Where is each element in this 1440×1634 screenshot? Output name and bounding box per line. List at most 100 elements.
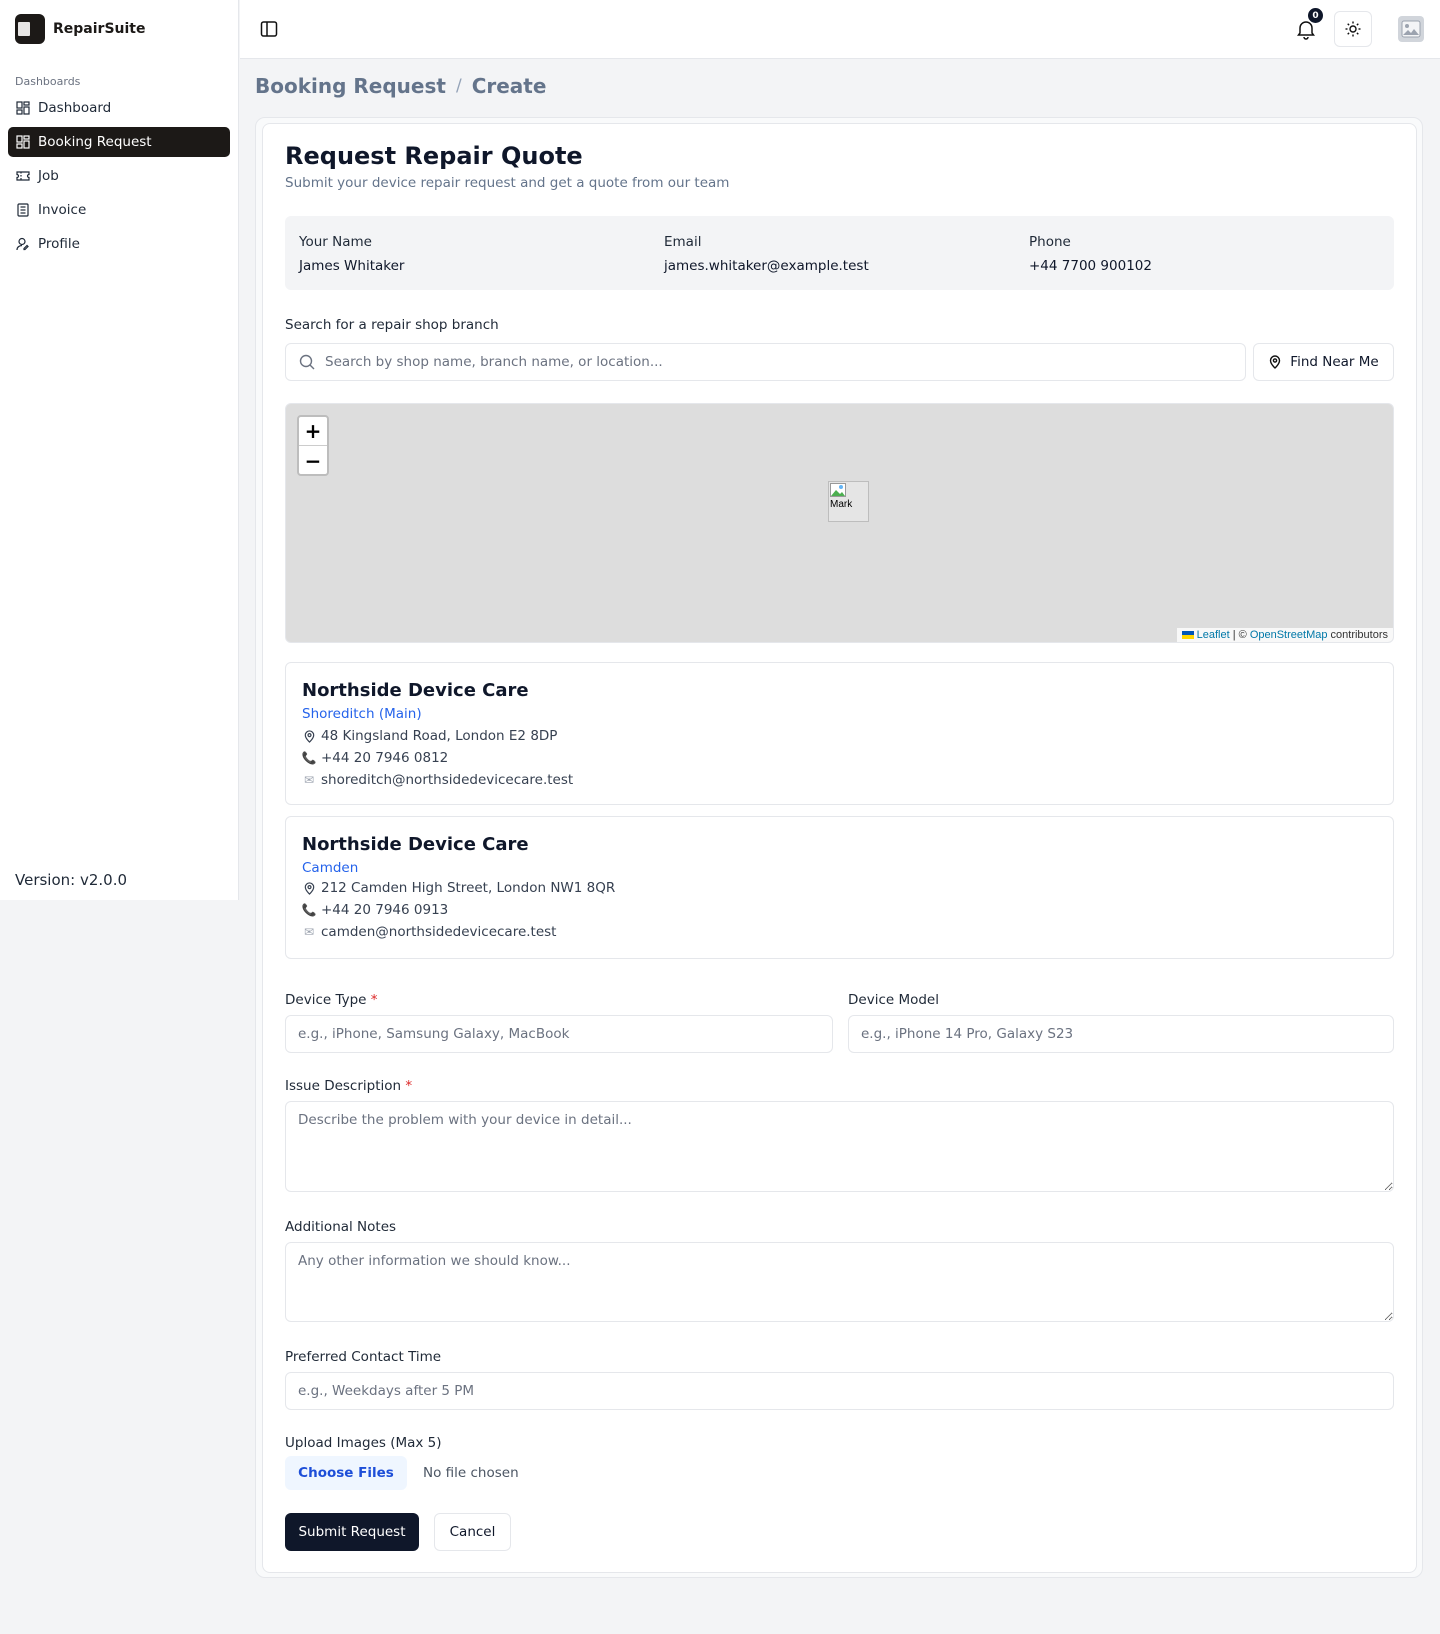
- search-icon: [299, 354, 315, 370]
- page-title: Request Repair Quote: [285, 142, 583, 170]
- branch-card[interactable]: Northside Device Care Shoreditch (Main) …: [285, 662, 1394, 805]
- sidebar-section-label: Dashboards: [15, 75, 81, 88]
- breadcrumb: Booking Request / Create: [255, 74, 546, 98]
- branch-search-input[interactable]: [325, 354, 1225, 370]
- openstreetmap-link[interactable]: OpenStreetMap: [1250, 629, 1328, 641]
- envelope-icon: ✉: [303, 925, 315, 939]
- breadcrumb-parent[interactable]: Booking Request: [255, 74, 446, 98]
- marker-alt-text: Mark: [830, 499, 853, 510]
- find-near-me-label: Find Near Me: [1290, 354, 1379, 370]
- additional-notes-label: Additional Notes: [285, 1219, 397, 1235]
- branch-search-box[interactable]: [285, 343, 1246, 381]
- branch-phone-text: +44 20 7946 0913: [321, 902, 449, 918]
- file-status: No file chosen: [423, 1465, 519, 1481]
- branch-email: ✉ camden@northsidedevicecare.test: [302, 924, 557, 940]
- device-model-input[interactable]: [848, 1015, 1394, 1053]
- phone-icon: 📞: [301, 903, 317, 917]
- sidebar-item-dashboard[interactable]: Dashboard: [8, 93, 230, 123]
- customer-email-label: Email: [664, 234, 702, 250]
- branch-search-label: Search for a repair shop branch: [285, 317, 499, 333]
- sidebar-item-label: Invoice: [38, 202, 87, 218]
- branch-phone: 📞 +44 20 7946 0913: [301, 902, 449, 918]
- envelope-icon: ✉: [303, 773, 315, 787]
- branch-address: 48 Kingsland Road, London E2 8DP: [302, 728, 557, 744]
- customer-email-value: james.whitaker@example.test: [664, 258, 869, 274]
- required-marker: *: [370, 992, 378, 1008]
- notification-count-badge: 0: [1308, 8, 1323, 23]
- image-placeholder-icon: [1401, 20, 1421, 38]
- device-type-input[interactable]: [285, 1015, 833, 1053]
- additional-notes-textarea[interactable]: [285, 1242, 1394, 1322]
- branch-address-text: 212 Camden High Street, London NW1 8QR: [321, 880, 616, 896]
- sidebar-item-label: Dashboard: [38, 100, 112, 116]
- customer-name-label: Your Name: [299, 234, 372, 250]
- branch-name: Shoreditch (Main): [302, 706, 422, 722]
- sun-icon: [1345, 21, 1361, 37]
- sidebar-item-job[interactable]: Job: [8, 161, 230, 191]
- customer-phone-value: +44 7700 900102: [1029, 258, 1152, 274]
- sidebar-item-profile[interactable]: Profile: [8, 229, 230, 259]
- cancel-button[interactable]: Cancel: [434, 1513, 511, 1551]
- zoom-out-button[interactable]: −: [299, 446, 327, 475]
- issue-description-label: Issue Description *: [285, 1078, 413, 1094]
- avatar[interactable]: [1398, 16, 1424, 42]
- sidebar-item-label: Booking Request: [38, 134, 152, 150]
- sidebar-toggle-icon[interactable]: [259, 19, 279, 39]
- branch-shop-name: Northside Device Care: [302, 834, 529, 855]
- phone-icon: 📞: [301, 751, 317, 765]
- submit-request-button[interactable]: Submit Request: [285, 1513, 419, 1551]
- customer-phone: Phone +44 7700 900102: [1029, 234, 1152, 274]
- choose-files-button[interactable]: Choose Files: [285, 1456, 407, 1490]
- branch-email: ✉ shoreditch@northsidedevicecare.test: [302, 772, 573, 788]
- branch-phone: 📞 +44 20 7946 0812: [301, 750, 449, 766]
- branch-email-text: camden@northsidedevicecare.test: [321, 924, 557, 940]
- app-version: Version: v2.0.0: [15, 871, 128, 889]
- attribution-suffix: contributors: [1327, 629, 1388, 641]
- broken-image-icon: [830, 483, 846, 497]
- find-near-me-button[interactable]: Find Near Me: [1253, 343, 1394, 381]
- required-marker: *: [405, 1078, 413, 1094]
- device-type-label: Device Type *: [285, 992, 378, 1008]
- customer-phone-label: Phone: [1029, 234, 1071, 250]
- map-zoom-control: + −: [297, 415, 329, 476]
- customer-email: Email james.whitaker@example.test: [664, 234, 869, 274]
- branch-phone-text: +44 20 7946 0812: [321, 750, 449, 766]
- contact-time-label: Preferred Contact Time: [285, 1349, 442, 1365]
- device-model-label: Device Model: [848, 992, 939, 1008]
- customer-name: Your Name James Whitaker: [299, 234, 404, 274]
- breadcrumb-current: Create: [471, 74, 547, 98]
- location-pin-icon: [302, 881, 316, 895]
- map-marker[interactable]: Mark: [828, 481, 869, 522]
- upload-images-label: Upload Images (Max 5): [285, 1435, 442, 1451]
- brand-logo: [15, 14, 45, 44]
- branch-shop-name: Northside Device Care: [302, 680, 529, 701]
- zoom-in-button[interactable]: +: [299, 417, 327, 446]
- sidebar: RepairSuite Dashboards Dashboard Booking…: [0, 0, 239, 900]
- brand[interactable]: RepairSuite: [0, 0, 238, 58]
- branch-name: Camden: [302, 860, 359, 876]
- branch-card[interactable]: Northside Device Care Camden 212 Camden …: [285, 816, 1394, 959]
- notification-button[interactable]: 0: [1294, 8, 1323, 41]
- customer-info-panel: Your Name James Whitaker Email james.whi…: [285, 216, 1394, 290]
- map-attribution: Leaflet | © OpenStreetMap contributors: [1176, 628, 1393, 642]
- leaflet-link[interactable]: Leaflet: [1197, 629, 1230, 641]
- sidebar-item-booking-request[interactable]: Booking Request: [8, 127, 230, 157]
- customer-name-value: James Whitaker: [299, 258, 405, 274]
- issue-description-textarea[interactable]: [285, 1101, 1394, 1192]
- ticket-icon: [16, 169, 30, 183]
- branch-email-text: shoreditch@northsidedevicecare.test: [321, 772, 574, 788]
- location-pin-icon: [302, 729, 316, 743]
- ukraine-flag-icon: [1181, 631, 1194, 639]
- grid-icon: [16, 135, 30, 149]
- brand-name: RepairSuite: [53, 21, 146, 37]
- branch-map[interactable]: + − Mark Leaflet | © OpenStreetMap contr…: [285, 403, 1394, 643]
- breadcrumb-separator: /: [455, 76, 462, 96]
- user-icon: [16, 237, 30, 251]
- sidebar-item-invoice[interactable]: Invoice: [8, 195, 230, 225]
- sidebar-item-label: Profile: [38, 236, 80, 252]
- attribution-separator: | ©: [1229, 629, 1250, 641]
- theme-toggle-button[interactable]: [1334, 11, 1372, 47]
- location-pin-icon: [1270, 355, 1281, 369]
- receipt-icon: [16, 203, 30, 217]
- contact-time-input[interactable]: [285, 1372, 1394, 1410]
